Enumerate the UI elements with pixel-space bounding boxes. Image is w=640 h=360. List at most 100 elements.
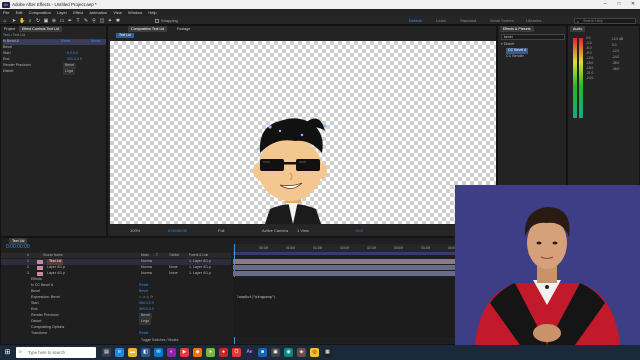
brush-tool-icon[interactable]: ✎ xyxy=(83,18,89,24)
media-icon[interactable]: ▶ xyxy=(180,348,189,357)
prop-expression-bevel[interactable]: Expression: Bevel = ⊿ ◎ ⟳ xyxy=(31,295,231,301)
taskbar-search-input[interactable]: ⌕ Type here to search xyxy=(16,347,96,358)
selection-tool-icon[interactable]: ➤ xyxy=(11,18,17,24)
snapping-checkbox[interactable] xyxy=(155,18,159,23)
prop-cc-bevel-a[interactable]: fx CC Bevel A Reset xyxy=(31,283,231,289)
toggle-switches-modes[interactable]: Toggle Switches / Modes xyxy=(141,338,179,342)
clone-stamp-tool-icon[interactable]: ⚲ xyxy=(91,18,97,24)
app-icon-opera[interactable]: O xyxy=(232,348,241,357)
menu-animation[interactable]: Animation xyxy=(89,10,107,15)
menu-composition[interactable]: Composition xyxy=(29,10,51,15)
comp-timecode[interactable]: 0:00:00:00 xyxy=(168,228,187,233)
effect-prop-distort: Distort Lega xyxy=(3,69,75,75)
prop-end[interactable]: End 960.0,0.0 xyxy=(31,307,231,313)
layer-row-1[interactable]: 1 Text Lid Norma 1. Layer 4/1.p xyxy=(1,259,231,265)
tab-audio[interactable]: Audio xyxy=(570,26,586,32)
timeline-columns: # Source Name Mode T TrkMat Parent & Lin… xyxy=(1,253,231,258)
prop-bevel[interactable]: Bevel Bevel xyxy=(31,289,231,295)
windows-start-icon[interactable]: ⊞ xyxy=(3,348,12,357)
photos-icon[interactable]: ◐ xyxy=(167,348,176,357)
menu-help[interactable]: Help xyxy=(148,10,156,15)
workspace-small-screen[interactable]: Small Screen xyxy=(490,18,514,23)
office-icon[interactable]: ◆ xyxy=(193,348,202,357)
expression-icons[interactable]: = ⊿ ◎ ⟳ xyxy=(139,295,153,301)
puppet-tool-icon[interactable]: ✱ xyxy=(115,18,121,24)
start-value[interactable]: 0.0,0.0 xyxy=(67,51,78,57)
workspace-standard[interactable]: Standard xyxy=(460,18,476,23)
effect-item-bender[interactable]: CC Bender xyxy=(506,54,524,60)
timeline-timecode[interactable]: 0:00:00:00 xyxy=(6,244,30,250)
distort-dropdown[interactable]: Lega xyxy=(63,69,75,75)
effect-row-bevel-a[interactable]: fx Bevel A Reset About xyxy=(3,39,106,45)
close-button[interactable]: ✕ xyxy=(626,0,640,9)
render-precision-dropdown[interactable]: Bevel xyxy=(63,63,76,69)
camera-tool-icon[interactable]: ▣ xyxy=(43,18,49,24)
end-value[interactable]: 100.0,0.0 xyxy=(67,57,82,63)
effect-about-link[interactable]: About xyxy=(91,39,100,45)
workspace-libraries[interactable]: Libraries xyxy=(526,18,541,23)
task-view-icon[interactable]: ▤ xyxy=(102,348,111,357)
layer-row-2[interactable]: 2 Layer 4/1.p Norma None 1. Layer 4/1.p xyxy=(1,265,231,271)
camera-dropdown[interactable]: Active Camera xyxy=(262,228,288,233)
zoom-level[interactable]: 100% xyxy=(130,228,140,233)
app-icon-gray[interactable]: ▣ xyxy=(271,348,280,357)
after-effects-taskbar-icon[interactable]: Ae xyxy=(245,348,254,357)
app-icon-green[interactable]: ● xyxy=(206,348,215,357)
roto-brush-tool-icon[interactable]: ✦ xyxy=(107,18,113,24)
comp-sub-tab[interactable]: Text Lid xyxy=(116,33,134,38)
effects-category-distort[interactable]: ▾ Distort xyxy=(501,42,514,48)
app-icon-dark[interactable]: ▦ xyxy=(323,348,332,357)
tab-project[interactable]: Project xyxy=(1,26,18,32)
hand-tool-icon[interactable]: ✋ xyxy=(19,18,25,24)
pen-tool-icon[interactable]: ✒ xyxy=(67,18,73,24)
tab-composition[interactable]: Composition Text Lid xyxy=(128,26,168,32)
exposure-value[interactable]: +0.0 xyxy=(355,228,363,233)
resolution-dropdown[interactable]: Full xyxy=(218,228,224,233)
workspace-default[interactable]: Default xyxy=(409,18,422,23)
tab-effects-presets[interactable]: Effects & Presets xyxy=(500,26,534,32)
prop-effects[interactable]: Effects xyxy=(31,277,231,283)
effects-search-input[interactable]: bevel xyxy=(501,34,565,40)
prop-start[interactable]: Start 960.0,0.0 xyxy=(31,301,231,307)
mail-icon[interactable]: ✉ xyxy=(154,348,163,357)
rectangle-tool-icon[interactable]: ▭ xyxy=(59,18,65,24)
menu-view[interactable]: View xyxy=(113,10,122,15)
eraser-tool-icon[interactable]: ◫ xyxy=(99,18,105,24)
views-dropdown[interactable]: 1 View xyxy=(297,228,309,233)
workspace-learn[interactable]: Learn xyxy=(436,18,446,23)
zoom-tool-icon[interactable]: ⌕ xyxy=(27,18,33,24)
app-icon-teal[interactable]: ◉ xyxy=(284,348,293,357)
effect-reset-link[interactable]: Reset xyxy=(61,39,70,45)
menu-window[interactable]: Window xyxy=(128,10,142,15)
tab-footage[interactable]: Footage xyxy=(174,26,193,32)
app-icon-blue[interactable]: ■ xyxy=(258,348,267,357)
home-icon[interactable]: ⌂ xyxy=(2,18,8,24)
minimize-button[interactable]: – xyxy=(598,0,612,9)
search-help-field[interactable]: ⌕ Search Help xyxy=(574,17,636,24)
app-icon-red[interactable]: ● xyxy=(219,348,228,357)
menu-edit[interactable]: Edit xyxy=(16,10,23,15)
prop-transform[interactable]: Transform Reset xyxy=(31,331,231,337)
menu-layer[interactable]: Layer xyxy=(57,10,67,15)
store-icon[interactable]: ◧ xyxy=(141,348,150,357)
pan-behind-tool-icon[interactable]: ⊕ xyxy=(51,18,57,24)
comp-viewer[interactable] xyxy=(110,41,496,224)
prop-render-precision[interactable]: Render Precision Bevel xyxy=(31,313,231,319)
prop-distort[interactable]: Distort Lega xyxy=(31,319,231,325)
layer-row-3[interactable]: 3 Layer 4/1.p Norma None 1. Layer 4/1.p xyxy=(1,271,231,277)
prop-compositing-options[interactable]: Compositing Options xyxy=(31,325,231,331)
type-tool-icon[interactable]: T xyxy=(75,18,81,24)
rotate-tool-icon[interactable]: ↻ xyxy=(35,18,41,24)
tab-effect-controls[interactable]: Effect Controls Text Lid xyxy=(19,26,62,32)
effect-item-bevel-a[interactable]: CC Bevel A xyxy=(506,48,529,54)
taskbar-search-icon: ⌕ xyxy=(19,349,22,355)
menu-effect[interactable]: Effect xyxy=(73,10,83,15)
expression-text[interactable]: loopOut("pingpong") xyxy=(237,295,276,299)
file-explorer-icon[interactable]: ▬ xyxy=(128,348,137,357)
maximize-button[interactable]: □ xyxy=(612,0,626,9)
menu-file[interactable]: File xyxy=(3,10,9,15)
app-icon-brown[interactable]: ◈ xyxy=(297,348,306,357)
audio-meter-left xyxy=(573,38,577,118)
app-icon-yellow[interactable]: ◎ xyxy=(310,348,319,357)
edge-browser-icon[interactable]: e xyxy=(115,348,124,357)
